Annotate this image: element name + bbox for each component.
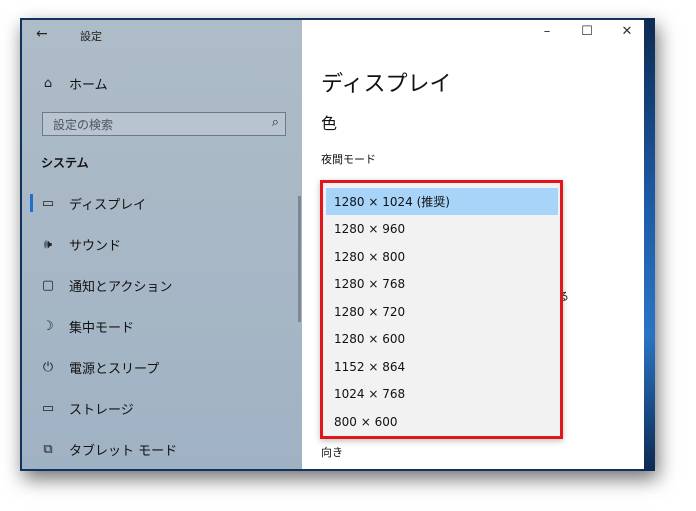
message-icon: ▢ bbox=[41, 277, 55, 293]
sidebar-item-focus[interactable]: ☽ 集中モード bbox=[22, 311, 302, 341]
title-bar: ← 設定 bbox=[22, 20, 302, 50]
sidebar-item-label: 集中モード bbox=[69, 320, 135, 336]
sidebar-item-label: タブレット モード bbox=[69, 443, 178, 459]
minimize-button[interactable]: – bbox=[532, 24, 562, 39]
resolution-option[interactable]: 1280 × 960 bbox=[326, 215, 558, 242]
moon-icon: ☽ bbox=[42, 318, 54, 334]
page-title: ディスプレイ bbox=[321, 72, 452, 97]
search-input[interactable] bbox=[51, 115, 255, 135]
night-mode-label: 夜間モード bbox=[321, 153, 376, 166]
sidebar-item-label: ストレージ bbox=[69, 402, 134, 418]
search-icon[interactable]: ⌕ bbox=[272, 115, 279, 130]
section-title: システム bbox=[41, 156, 89, 170]
resolution-option[interactable]: 1280 × 1024 (推奨) bbox=[326, 188, 558, 215]
power-icon: ⏻ bbox=[42, 359, 54, 375]
sidebar-item-tablet[interactable]: ⧉ タブレット モード bbox=[22, 434, 302, 464]
sidebar-item-label: 通知とアクション bbox=[69, 279, 173, 295]
storage-icon: ▭ bbox=[41, 400, 55, 416]
sidebar-item-home[interactable]: ⌂ ホーム bbox=[22, 68, 302, 98]
search-box[interactable]: ⌕ bbox=[42, 112, 286, 136]
resolution-option[interactable]: 1024 × 768 bbox=[326, 380, 558, 407]
resolution-option[interactable]: 1280 × 800 bbox=[326, 243, 558, 270]
close-button[interactable]: ✕ bbox=[612, 24, 642, 39]
sidebar-item-label: サウンド bbox=[69, 238, 122, 254]
sidebar-item-notifications[interactable]: ▢ 通知とアクション bbox=[22, 270, 302, 300]
sidebar-item-display[interactable]: ▭ ディスプレイ bbox=[22, 188, 302, 218]
back-arrow-icon[interactable]: ← bbox=[36, 26, 56, 44]
resolution-dropdown[interactable]: 1280 × 1024 (推奨) 1280 × 960 1280 × 800 1… bbox=[320, 180, 563, 439]
resolution-option[interactable]: 1152 × 864 bbox=[326, 353, 558, 380]
sidebar-item-power[interactable]: ⏻ 電源とスリープ bbox=[22, 352, 302, 382]
sidebar-item-label: ディスプレイ bbox=[69, 197, 147, 213]
home-icon: ⌂ bbox=[43, 75, 53, 91]
speaker-icon: 🕪 bbox=[43, 236, 53, 252]
sidebar-item-label: 電源とスリープ bbox=[69, 361, 160, 377]
monitor-icon: ▭ bbox=[41, 195, 55, 211]
sidebar-item-storage[interactable]: ▭ ストレージ bbox=[22, 393, 302, 423]
resolution-option[interactable]: 1280 × 600 bbox=[326, 325, 558, 352]
resolution-option[interactable]: 800 × 600 bbox=[326, 408, 558, 435]
resolution-option[interactable]: 1280 × 768 bbox=[326, 270, 558, 297]
resolution-option[interactable]: 1280 × 720 bbox=[326, 298, 558, 325]
sidebar-scrollbar[interactable] bbox=[298, 196, 301, 322]
color-heading: 色 bbox=[321, 114, 338, 133]
sidebar-item-label: ホーム bbox=[69, 77, 108, 93]
maximize-button[interactable]: ☐ bbox=[572, 24, 602, 39]
orientation-label: 向き bbox=[321, 446, 343, 459]
tablet-icon: ⧉ bbox=[43, 441, 53, 457]
app-title: 設定 bbox=[80, 30, 102, 43]
sidebar-item-sound[interactable]: 🕪 サウンド bbox=[22, 229, 302, 259]
sidebar: ← 設定 ⌂ ホーム ⌕ システム ▭ ディスプレイ 🕪 サウンド bbox=[22, 20, 302, 469]
